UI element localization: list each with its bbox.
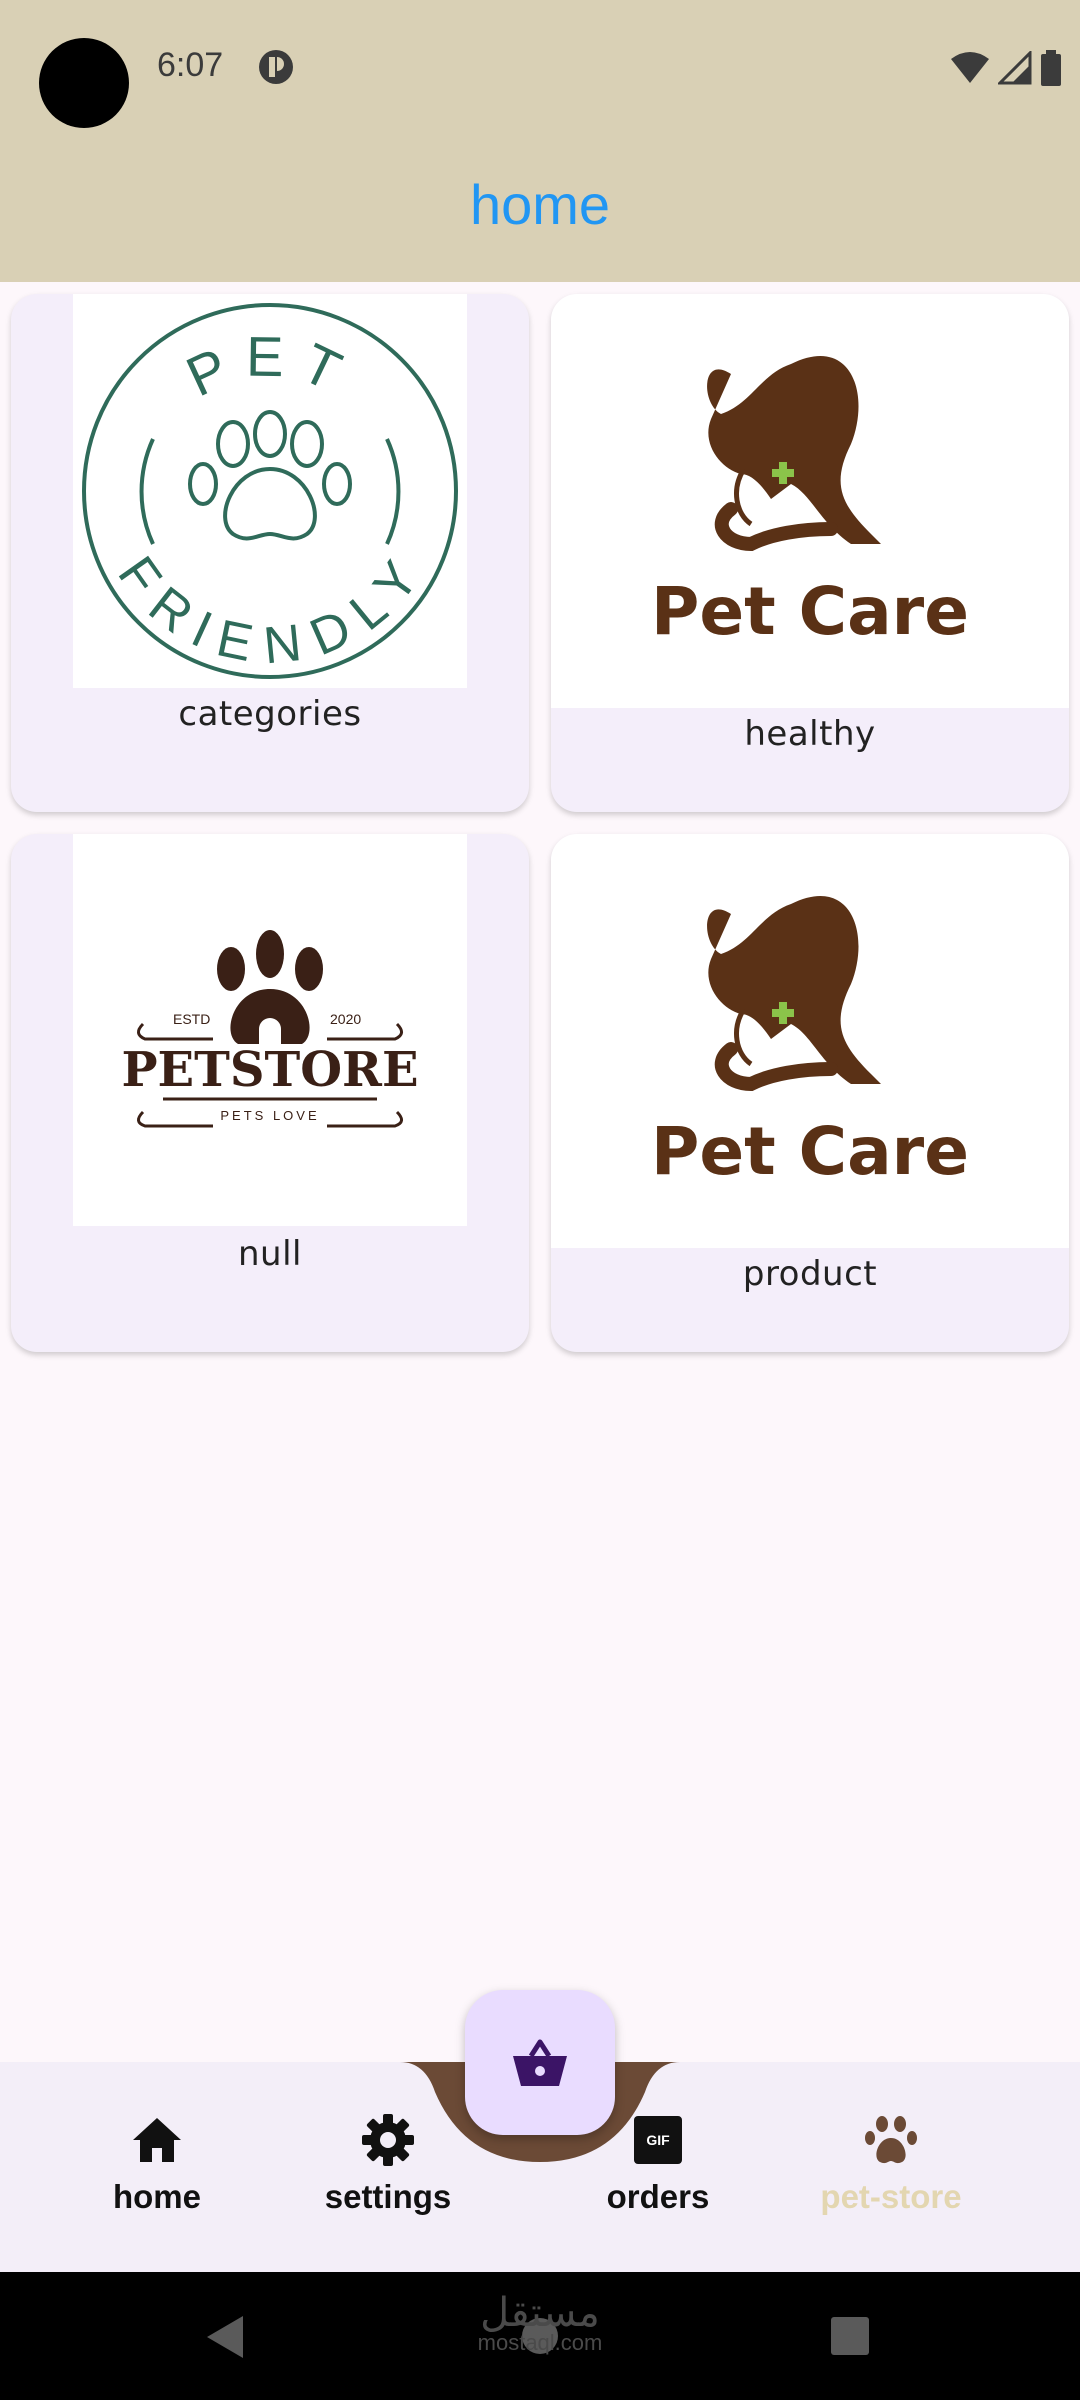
card-label: product xyxy=(742,1254,878,1294)
svg-text:2020: 2020 xyxy=(330,1011,361,1027)
grid-card-categories[interactable]: PET FRIENDLY categories xyxy=(11,294,529,812)
basket-icon xyxy=(513,2039,567,2086)
wifi-icon xyxy=(951,52,989,83)
nav-item-home[interactable]: home xyxy=(47,2110,267,2216)
grid-card-healthy[interactable]: Pet Care healthy xyxy=(551,294,1069,812)
svg-text:PETSTORE: PETSTORE xyxy=(121,1042,418,1098)
camera-cutout xyxy=(39,38,129,128)
home-icon xyxy=(133,2118,181,2162)
card-label: categories xyxy=(178,694,362,734)
pet-care-logo: Pet Care xyxy=(551,294,1069,708)
page-title: home xyxy=(469,173,611,236)
cart-fab-button[interactable] xyxy=(465,1990,615,2135)
signal-icon xyxy=(998,51,1032,85)
nav-label-orders: orders xyxy=(606,2178,710,2215)
app-bar: 6:07 home xyxy=(0,0,1080,282)
status-icons xyxy=(950,46,1062,90)
grid-card-null[interactable]: ESTD 2020 PETSTORE PETS LOVE null xyxy=(11,834,529,1352)
svg-text:ESTD: ESTD xyxy=(173,1011,210,1027)
watermark-sub: mostaql.com xyxy=(477,2330,603,2355)
svg-text:Pet Care: Pet Care xyxy=(651,1113,969,1190)
svg-text:FRIENDLY: FRIENDLY xyxy=(107,546,434,675)
nav-label-home: home xyxy=(112,2178,201,2215)
gif-icon-text: GIF xyxy=(646,2132,670,2148)
grid-card-product[interactable]: Pet Care product xyxy=(551,834,1069,1352)
svg-text:PETS LOVE: PETS LOVE xyxy=(220,1108,319,1123)
notification-app-icon xyxy=(258,49,294,85)
pet-care-logo: Pet Care xyxy=(551,834,1069,1248)
nav-item-pet-store[interactable]: pet-store xyxy=(781,2110,1001,2216)
nav-label-settings: settings xyxy=(324,2178,452,2215)
nav-label-pet-store: pet-store xyxy=(820,2178,962,2215)
card-label: null xyxy=(238,1234,302,1274)
paw-icon xyxy=(865,2116,917,2164)
nav-item-settings[interactable]: settings xyxy=(278,2110,498,2216)
gear-icon xyxy=(362,2114,414,2166)
status-time: 6:07 xyxy=(157,46,224,84)
svg-text:Pet Care: Pet Care xyxy=(651,573,969,650)
pet-friendly-logo: PET FRIENDLY xyxy=(73,294,467,688)
card-label: healthy xyxy=(744,714,876,754)
svg-text:PET: PET xyxy=(177,325,363,409)
petstore-logo: ESTD 2020 PETSTORE PETS LOVE xyxy=(73,834,467,1226)
gif-icon: GIF xyxy=(634,2116,682,2164)
battery-icon xyxy=(1041,50,1061,86)
